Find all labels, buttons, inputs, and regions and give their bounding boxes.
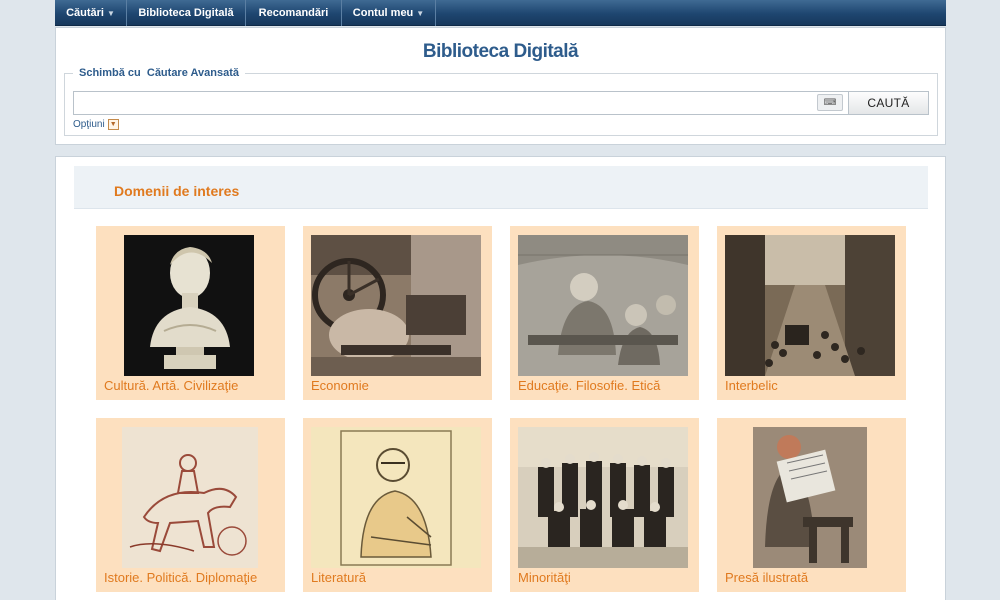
tavern-engraving-image [518, 235, 688, 376]
nav-item-label: Căutări [66, 7, 104, 19]
section-title: Domenii de interes [114, 183, 240, 199]
street-crowd-image [725, 235, 895, 376]
page-title: Biblioteca Digitală [422, 41, 579, 62]
search-mode-switch: Schimbă cu Căutare Avansată [73, 67, 245, 79]
category-tile-interbelic[interactable]: Interbelic [717, 226, 906, 400]
nav-item-recomandari[interactable]: Recomandări [246, 0, 342, 26]
category-label: Literatură [311, 570, 366, 585]
group-portrait-image [518, 427, 688, 568]
category-label: Cultură. Artă. Civilizaţie [104, 378, 239, 393]
nav-item-label: Biblioteca Digitală [138, 7, 234, 19]
nav-item-label: Contul meu [352, 7, 414, 19]
keyboard-icon[interactable]: ⌨ [817, 94, 843, 111]
nav-item-biblioteca-digitala[interactable]: Biblioteca Digitală [127, 0, 246, 26]
category-label: Economie [311, 378, 369, 393]
switch-prefix: Schimbă cu [79, 67, 141, 79]
category-tile-cultura[interactable]: Cultură. Artă. Civilizaţie [96, 226, 285, 400]
category-label: Interbelic [725, 378, 778, 393]
nav-item-cautari[interactable]: Căutări ▼ [55, 0, 127, 26]
search-input[interactable] [73, 91, 849, 115]
main-panel: Domenii de interes Cultură. Artă. Civili… [55, 156, 946, 600]
writer-sketch-image [311, 427, 481, 568]
category-tile-economie[interactable]: Economie [303, 226, 492, 400]
category-label: Educaţie. Filosofie. Etică [518, 378, 661, 393]
search-fieldset: Schimbă cu Căutare Avansată ⌨ CAUTĂ Opţi… [64, 67, 938, 136]
newspaper-reader-image [725, 427, 895, 568]
category-tile-educatie[interactable]: Educaţie. Filosofie. Etică [510, 226, 699, 400]
options-toggle[interactable]: Opţiuni ▼ [73, 119, 119, 130]
category-tile-minoritati[interactable]: Minorităţi [510, 418, 699, 592]
chevron-down-icon: ▼ [107, 119, 119, 130]
caret-down-icon: ▼ [106, 8, 115, 18]
bust-sculpture-image [104, 235, 274, 376]
category-tile-literatura[interactable]: Literatură [303, 418, 492, 592]
category-label: Presă ilustrată [725, 570, 809, 585]
header-panel: Biblioteca Digitală Schimbă cu Căutare A… [55, 27, 946, 145]
steam-engine-image [311, 235, 481, 376]
advanced-search-link[interactable]: Căutare Avansată [147, 67, 239, 79]
horseman-drawing-image [104, 427, 274, 568]
category-label: Minorităţi [518, 570, 571, 585]
section-header: Domenii de interes [74, 166, 928, 209]
category-tile-istorie[interactable]: Istorie. Politică. Diplomaţie [96, 418, 285, 592]
options-label: Opţiuni [73, 119, 105, 130]
category-label: Istorie. Politică. Diplomaţie [104, 570, 258, 585]
caret-down-icon: ▼ [416, 8, 425, 18]
search-button[interactable]: CAUTĂ [848, 91, 929, 115]
nav-item-contul-meu[interactable]: Contul meu ▼ [342, 0, 436, 26]
category-tile-presa[interactable]: Presă ilustrată [717, 418, 906, 592]
nav-item-label: Recomandări [258, 7, 329, 19]
top-nav: Căutări ▼ Biblioteca Digitală Recomandăr… [55, 0, 946, 26]
